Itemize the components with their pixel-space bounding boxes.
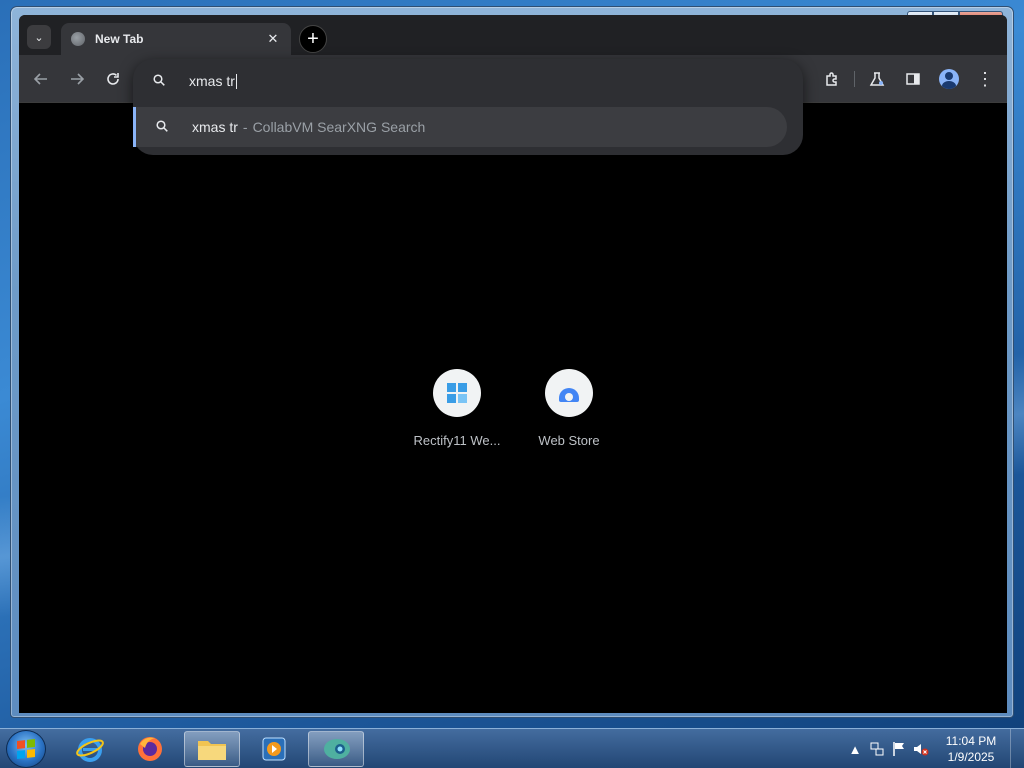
address-input[interactable]: xmas tr — [189, 73, 235, 89]
taskbar-clock[interactable]: 11:04 PM 1/9/2025 — [936, 733, 1006, 765]
shortcut-label: Web Store — [538, 433, 600, 448]
flask-icon — [869, 72, 885, 86]
internet-explorer-icon — [76, 738, 104, 762]
shortcut-rectify11[interactable]: Rectify11 We... — [401, 369, 513, 448]
show-desktop-button[interactable] — [1010, 729, 1024, 768]
firefox-icon — [138, 737, 162, 761]
search-icon — [156, 119, 176, 135]
tab-strip: ⌄ New Tab ✕ + — [19, 15, 1007, 55]
new-tab-page: Rectify11 We... Web Store — [19, 103, 1007, 713]
taskbar-media-player[interactable] — [246, 731, 302, 767]
chrome-icon — [324, 739, 350, 759]
search-icon — [153, 73, 173, 89]
extensions-button[interactable] — [814, 61, 850, 97]
system-tray: ▲ 11:04 PM 1/9/2025 — [844, 729, 1024, 768]
shortcut-label: Rectify11 We... — [413, 433, 501, 448]
windows11-logo-icon — [447, 383, 467, 403]
kebab-menu-icon: ⋮ — [976, 69, 994, 89]
show-hidden-icons-icon[interactable]: ▲ — [844, 738, 866, 760]
folder-icon — [198, 741, 226, 760]
taskbar-file-explorer[interactable] — [184, 731, 240, 767]
avatar — [939, 69, 959, 89]
globe-icon — [71, 32, 85, 46]
forward-button[interactable] — [59, 61, 95, 97]
shortcut-icon-circle — [545, 369, 593, 417]
text-caret — [235, 73, 237, 89]
suggestion-separator: - — [242, 119, 248, 135]
reload-button[interactable] — [95, 61, 131, 97]
taskbar: ▲ 11:04 PM 1/9/2025 — [0, 728, 1024, 768]
action-center-flag-icon[interactable] — [888, 738, 910, 760]
side-panel-button[interactable] — [895, 61, 931, 97]
reload-icon — [107, 73, 119, 85]
chrome-frame: ⌄ New Tab ✕ + ⋮ xmas tr xmas tr - Collab… — [19, 15, 1007, 713]
labs-button[interactable] — [859, 61, 895, 97]
browser-window: ▁ ▢ ✕ ⌄ New Tab ✕ + — [10, 6, 1014, 718]
close-tab-icon[interactable]: ✕ — [265, 31, 281, 47]
clock-time: 11:04 PM — [945, 734, 997, 748]
chevron-down-icon: ⌄ — [34, 31, 44, 44]
omnibox-popup: xmas tr xmas tr - CollabVM SearXNG Searc… — [133, 59, 803, 155]
suggestion-provider: CollabVM SearXNG Search — [252, 119, 426, 135]
taskbar-firefox[interactable] — [122, 731, 178, 767]
tab-search-button[interactable]: ⌄ — [27, 25, 51, 49]
start-button[interactable] — [6, 730, 46, 768]
back-button[interactable] — [23, 61, 59, 97]
tab-new-tab[interactable]: New Tab ✕ — [61, 23, 291, 55]
media-player-icon — [262, 737, 286, 761]
profile-button[interactable] — [931, 61, 967, 97]
tab-title: New Tab — [95, 32, 144, 46]
back-arrow-icon — [34, 73, 47, 85]
windows-logo-icon — [17, 739, 35, 759]
shortcut-icon-circle — [433, 369, 481, 417]
forward-arrow-icon — [71, 73, 84, 85]
network-icon[interactable] — [866, 738, 888, 760]
shortcut-web-store[interactable]: Web Store — [513, 369, 625, 448]
address-bar[interactable]: xmas tr — [133, 59, 803, 103]
new-tab-button[interactable]: + — [299, 25, 327, 53]
puzzle-icon — [826, 72, 837, 86]
chrome-web-store-icon — [559, 388, 579, 402]
suggestion-row[interactable]: xmas tr - CollabVM SearXNG Search — [133, 107, 787, 147]
clock-date: 1/9/2025 — [947, 750, 995, 764]
taskbar-internet-explorer[interactable] — [62, 731, 118, 767]
taskbar-chrome[interactable] — [308, 731, 364, 767]
toolbar-divider — [854, 71, 855, 87]
volume-muted-icon[interactable] — [910, 738, 932, 760]
menu-button[interactable]: ⋮ — [967, 61, 1003, 97]
side-panel-icon — [906, 73, 920, 85]
suggestion-query: xmas tr — [192, 119, 238, 135]
